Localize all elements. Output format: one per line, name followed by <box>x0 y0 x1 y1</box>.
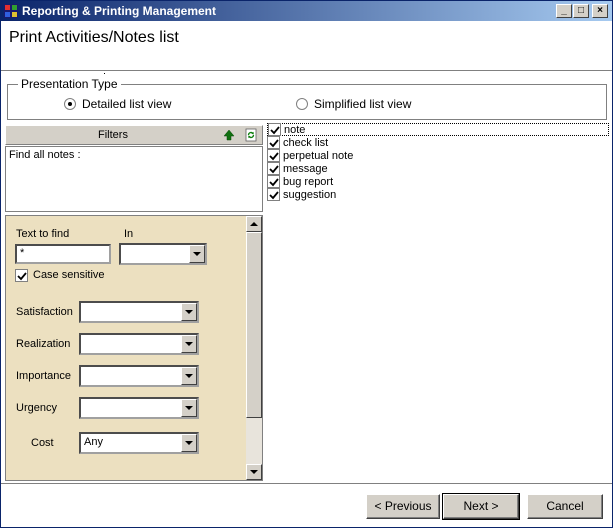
page-header: Print Activities/Notes list <box>1 21 612 74</box>
dropdown-button[interactable] <box>181 434 197 452</box>
checkmark-icon <box>270 126 280 135</box>
chevron-down-icon <box>185 341 193 346</box>
note-type-label: perpetual note <box>283 149 354 162</box>
cost-value: Any <box>84 436 103 448</box>
note-type-item[interactable]: perpetual note <box>267 149 353 162</box>
cost-combo[interactable]: Any <box>79 432 199 454</box>
realization-combo[interactable] <box>79 333 199 355</box>
checkmark-icon <box>269 178 279 187</box>
dropdown-button[interactable] <box>181 303 197 321</box>
satisfaction-combo[interactable] <box>79 301 199 323</box>
header-dot <box>104 73 105 74</box>
minimize-button[interactable]: _ <box>556 4 572 18</box>
chevron-down-icon <box>185 309 193 314</box>
radio-button[interactable] <box>296 98 308 110</box>
cancel-button[interactable]: Cancel <box>527 494 603 519</box>
note-type-label: check list <box>283 136 329 149</box>
note-type-item[interactable]: bug report <box>267 175 333 188</box>
filter-summary-text: Find all notes : <box>9 149 81 161</box>
note-type-checkbox[interactable] <box>267 162 280 175</box>
refresh-button[interactable] <box>241 127 261 143</box>
radio-button-checked[interactable] <box>64 98 76 110</box>
chevron-down-icon <box>185 440 193 445</box>
page-title: Print Activities/Notes list <box>9 29 179 46</box>
presentation-type-label: Presentation Type <box>18 77 121 91</box>
arrow-down-icon <box>250 469 258 474</box>
urgency-label: Urgency <box>16 402 57 414</box>
refresh-icon <box>245 128 257 142</box>
text-to-find-label: Text to find <box>16 228 70 240</box>
dropdown-button[interactable] <box>181 335 197 353</box>
note-type-label: bug report <box>283 175 334 188</box>
note-type-checkbox[interactable] <box>267 149 280 162</box>
filter-summary-area[interactable]: Find all notes : <box>5 146 263 212</box>
note-type-checkbox[interactable] <box>267 188 280 201</box>
case-sensitive-checkbox[interactable] <box>15 269 28 282</box>
arrow-up-icon <box>223 129 235 141</box>
importance-label: Importance <box>16 370 72 382</box>
move-up-button[interactable] <box>219 127 239 143</box>
note-type-item[interactable]: suggestion <box>267 188 336 201</box>
note-type-label: message <box>283 162 328 175</box>
chevron-down-icon <box>185 405 193 410</box>
note-type-checkbox[interactable] <box>267 175 280 188</box>
maximize-button[interactable]: □ <box>573 4 589 18</box>
next-button[interactable]: Next > <box>442 493 520 520</box>
cost-label: Cost <box>31 437 54 449</box>
note-type-label: suggestion <box>283 188 337 201</box>
chevron-down-icon <box>193 251 201 256</box>
title-bar[interactable]: Reporting & Printing Management _ □ × <box>1 1 612 21</box>
window-title: Reporting & Printing Management <box>22 4 217 18</box>
checkmark-icon <box>269 165 279 174</box>
note-type-list: note check list perpetual note message b… <box>265 122 609 481</box>
realization-label: Realization <box>16 338 71 350</box>
filters-label: Filters <box>98 129 128 141</box>
radio-label: Detailed list view <box>82 97 172 111</box>
checkmark-icon <box>269 139 279 148</box>
presentation-type-group: Presentation Type Detailed list view Sim… <box>7 77 607 120</box>
radio-detailed-list-view[interactable]: Detailed list view <box>64 97 171 111</box>
in-combo[interactable] <box>119 243 207 265</box>
scroll-up-button[interactable] <box>246 216 262 232</box>
dialog-window: Reporting & Printing Management _ □ × Pr… <box>0 0 613 528</box>
checkmark-icon <box>269 191 279 200</box>
note-type-item[interactable]: check list <box>267 136 328 149</box>
dropdown-button[interactable] <box>189 245 205 263</box>
importance-combo[interactable] <box>79 365 199 387</box>
note-type-checkbox[interactable] <box>268 123 281 136</box>
radio-label: Simplified list view <box>314 97 412 111</box>
scroll-down-button[interactable] <box>246 464 262 480</box>
urgency-combo[interactable] <box>79 397 199 419</box>
note-type-checkbox[interactable] <box>267 136 280 149</box>
previous-button[interactable]: < Previous <box>366 494 440 519</box>
checkmark-icon <box>269 152 279 161</box>
satisfaction-label: Satisfaction <box>16 306 73 318</box>
note-type-item[interactable]: message <box>267 162 328 175</box>
checkmark-icon <box>17 272 27 281</box>
note-type-item[interactable]: note <box>267 123 609 136</box>
text-to-find-input[interactable]: * <box>15 244 111 264</box>
app-icon <box>4 4 18 18</box>
in-label: In <box>124 228 134 240</box>
wizard-footer: < Previous Next > Cancel <box>1 483 612 527</box>
radio-simplified-list-view[interactable]: Simplified list view <box>296 97 411 111</box>
scroll-thumb[interactable] <box>246 232 262 418</box>
chevron-down-icon <box>185 373 193 378</box>
case-sensitive-label: Case sensitive <box>33 269 105 281</box>
dropdown-button[interactable] <box>181 367 197 385</box>
close-button[interactable]: × <box>592 4 608 18</box>
filters-header: Filters <box>5 125 263 145</box>
filter-panel-scrollbar[interactable] <box>246 216 262 480</box>
arrow-up-icon <box>250 221 258 226</box>
note-type-label: note <box>284 123 306 136</box>
dropdown-button[interactable] <box>181 399 197 417</box>
filter-panel: Text to find In * Case sensitive Satisfa… <box>5 215 263 481</box>
